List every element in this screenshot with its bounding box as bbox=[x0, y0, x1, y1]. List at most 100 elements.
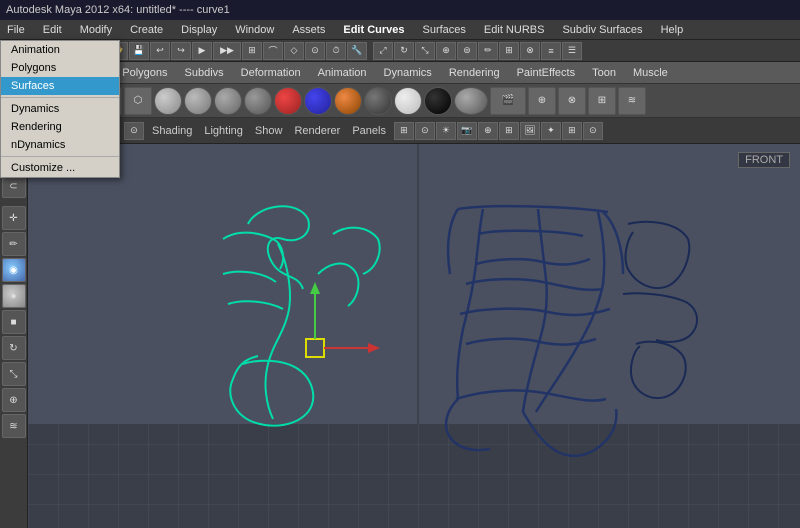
shelf-sphere10[interactable] bbox=[424, 87, 452, 115]
menu-edit-nurbs[interactable]: Edit NURBS bbox=[481, 23, 548, 37]
light-btn[interactable]: ☀ bbox=[436, 122, 456, 140]
module-selector-row: Surfaces Animation Polygons Dynamics Ren… bbox=[0, 40, 800, 62]
undo-btn[interactable]: ↩ bbox=[150, 42, 170, 60]
tool-bar: ↖ ⊂ ✛ ✏ ◉ ● ■ ↻ ⤡ ⊕ ≋ bbox=[0, 144, 28, 528]
dropdown-separator2 bbox=[1, 156, 119, 157]
gimbal-btn[interactable]: ⊗ bbox=[520, 42, 540, 60]
res-btn[interactable]: ⊞ bbox=[499, 122, 519, 140]
grid-btn[interactable]: ⊞ bbox=[562, 122, 582, 140]
tab-animation[interactable]: Animation bbox=[310, 63, 375, 83]
tab-painteffects[interactable]: PaintEffects bbox=[509, 63, 584, 83]
soft-sel-btn[interactable]: ⊜ bbox=[457, 42, 477, 60]
redo-btn[interactable]: ↪ bbox=[171, 42, 191, 60]
move-tool-btn[interactable]: ⤢ bbox=[373, 42, 393, 60]
iso-btn[interactable]: ⊕ bbox=[478, 122, 498, 140]
cam-btn[interactable]: 📷 bbox=[457, 122, 477, 140]
viewport[interactable]: FRONT bbox=[28, 144, 800, 528]
secondary-icon-strip: ⊞ ⊙ ☀ 📷 ⊕ ⊞ 🖼 ✦ ⊞ ⊙ bbox=[394, 122, 603, 140]
sep1 bbox=[368, 42, 372, 60]
paint-btn[interactable]: ✏ bbox=[478, 42, 498, 60]
shelf-sphere1[interactable] bbox=[154, 87, 182, 115]
dropdown-rendering[interactable]: Rendering bbox=[1, 118, 119, 136]
menu-subdiv-surfaces[interactable]: Subdiv Surfaces bbox=[559, 23, 645, 37]
rotate-tool-btn[interactable]: ↻ bbox=[2, 336, 26, 360]
shelf-sphere9[interactable] bbox=[394, 87, 422, 115]
dropdown-customize[interactable]: Customize ... bbox=[1, 159, 119, 177]
snap-to-view-btn[interactable]: ⊙ bbox=[124, 122, 144, 140]
dropdown-separator1 bbox=[1, 97, 119, 98]
shelf-polygon[interactable]: ⬡ bbox=[124, 87, 152, 115]
universal-tool-btn[interactable]: ⊕ bbox=[436, 42, 456, 60]
channel-box-btn[interactable]: ☰ bbox=[562, 42, 582, 60]
dropdown-dynamics[interactable]: Dynamics bbox=[1, 100, 119, 118]
tab-deformation[interactable]: Deformation bbox=[233, 63, 309, 83]
soft-select-btn[interactable]: ≋ bbox=[2, 414, 26, 438]
tab-dynamics[interactable]: Dynamics bbox=[376, 63, 440, 83]
menu-bar: File Edit Modify Create Display Window A… bbox=[0, 20, 800, 40]
tab-polygons[interactable]: Polygons bbox=[114, 63, 175, 83]
snap-point-btn[interactable]: ◇ bbox=[284, 42, 304, 60]
menu-assets[interactable]: Assets bbox=[289, 23, 328, 37]
paint-tool-btn[interactable]: ✏ bbox=[2, 232, 26, 256]
dropdown-menu[interactable]: Animation Polygons Surfaces Dynamics Ren… bbox=[0, 40, 120, 178]
menu-help[interactable]: Help bbox=[658, 23, 687, 37]
menu-surfaces[interactable]: Surfaces bbox=[420, 23, 469, 37]
tab-subdivs[interactable]: Subdivs bbox=[177, 63, 232, 83]
icon-strip-main: 📄 📂 💾 ↩ ↪ ▶ ▶▶ ⊞ ⌒ ◇ ⊙ ⏱ 🔧 ⤢ ↻ ⤡ ⊕ ⊜ ✏ ⊞… bbox=[87, 42, 582, 60]
dropdown-surfaces[interactable]: Surfaces bbox=[1, 77, 119, 95]
box-tool-btn[interactable]: ■ bbox=[2, 310, 26, 334]
tab-muscle[interactable]: Muscle bbox=[625, 63, 676, 83]
universal-tool-btn[interactable]: ⊕ bbox=[2, 388, 26, 412]
tab-rendering[interactable]: Rendering bbox=[441, 63, 508, 83]
history-btn[interactable]: ⏱ bbox=[326, 42, 346, 60]
move-tool-btn[interactable]: ✛ bbox=[2, 206, 26, 230]
snap-grid-btn[interactable]: ⊞ bbox=[242, 42, 262, 60]
shelf-sphere11[interactable] bbox=[454, 87, 488, 115]
sphere-tool-btn[interactable]: ● bbox=[2, 284, 26, 308]
playblast-btn[interactable]: ▶▶ bbox=[213, 42, 241, 60]
menu-edit-curves[interactable]: Edit Curves bbox=[340, 23, 407, 37]
save-scene-btn[interactable]: 💾 bbox=[129, 42, 149, 60]
show-label: Show bbox=[255, 125, 283, 137]
menu-display[interactable]: Display bbox=[178, 23, 220, 37]
shelf-sphere5[interactable] bbox=[274, 87, 302, 115]
snap-curve-btn[interactable]: ⌒ bbox=[263, 42, 283, 60]
tab-toon[interactable]: Toon bbox=[584, 63, 624, 83]
scale-tool-btn[interactable]: ⤡ bbox=[415, 42, 435, 60]
panels-label: Panels bbox=[352, 125, 386, 137]
input-line-btn[interactable]: ≡ bbox=[541, 42, 561, 60]
shelf-extra2[interactable]: ⊗ bbox=[558, 87, 586, 115]
dropdown-polygons[interactable]: Polygons bbox=[1, 59, 119, 77]
hud-btn[interactable]: ⊙ bbox=[583, 122, 603, 140]
scale-tool-btn[interactable]: ⤡ bbox=[2, 362, 26, 386]
shelf-sphere8[interactable] bbox=[364, 87, 392, 115]
shelf-video[interactable]: 🎬 bbox=[490, 87, 526, 115]
shading-label: Shading bbox=[152, 125, 192, 137]
shelf-sphere3[interactable] bbox=[214, 87, 242, 115]
wireframe-btn[interactable]: ⊞ bbox=[394, 122, 414, 140]
rotate-tool-btn[interactable]: ↻ bbox=[394, 42, 414, 60]
img-btn[interactable]: 🖼 bbox=[520, 122, 540, 140]
snap-view-btn[interactable]: ⊙ bbox=[305, 42, 325, 60]
menu-window[interactable]: Window bbox=[232, 23, 277, 37]
shelf-sphere6[interactable] bbox=[304, 87, 332, 115]
menu-edit[interactable]: Edit bbox=[40, 23, 65, 37]
menu-create[interactable]: Create bbox=[127, 23, 166, 37]
shelf-sphere2[interactable] bbox=[184, 87, 212, 115]
sculpt-tool-btn[interactable]: ◉ bbox=[2, 258, 26, 282]
dropdown-animation[interactable]: Animation bbox=[1, 41, 119, 59]
show-manipulator-btn[interactable]: ⊞ bbox=[499, 42, 519, 60]
menu-file[interactable]: File bbox=[4, 23, 28, 37]
shelf-sphere7[interactable] bbox=[334, 87, 362, 115]
fx-btn[interactable]: ✦ bbox=[541, 122, 561, 140]
smooth-btn[interactable]: ⊙ bbox=[415, 122, 435, 140]
shelf-extra4[interactable]: ≋ bbox=[618, 87, 646, 115]
menu-modify[interactable]: Modify bbox=[77, 23, 115, 37]
render-btn[interactable]: ▶ bbox=[192, 42, 212, 60]
shelf-extra3[interactable]: ⊞ bbox=[588, 87, 616, 115]
construction-btn[interactable]: 🔧 bbox=[347, 42, 367, 60]
shelf-extra1[interactable]: ⊕ bbox=[528, 87, 556, 115]
dropdown-ndynamics[interactable]: nDynamics bbox=[1, 136, 119, 154]
shelf-sphere4[interactable] bbox=[244, 87, 272, 115]
title-text: Autodesk Maya 2012 x64: untitled* ---- c… bbox=[6, 4, 230, 16]
